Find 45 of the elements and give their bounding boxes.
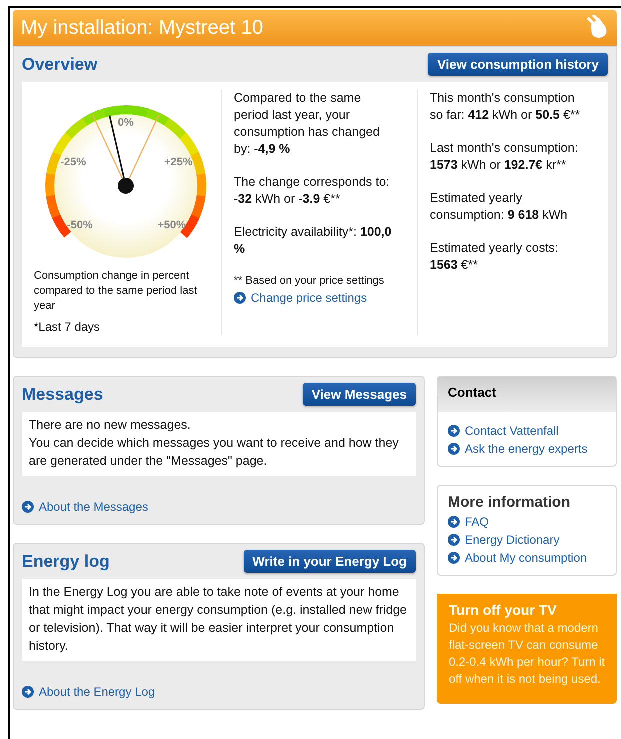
- link[interactable]: Change price settings: [234, 289, 395, 307]
- arrow-icon: [448, 443, 460, 455]
- panel-title: Overview: [22, 54, 98, 74]
- arrow-icon: [234, 292, 246, 304]
- panel-title: Messages: [22, 384, 104, 404]
- link[interactable]: Energy Dictionary: [448, 531, 606, 549]
- statistic-text: Last month's consumption: 1573 kWh or 192.7€ kr**: [430, 140, 580, 174]
- link[interactable]: About My consumption: [448, 549, 606, 567]
- statistic-text: Estimated yearly consumption: 9 618 kWh: [430, 190, 569, 224]
- link[interactable]: Contact Vattenfall: [448, 422, 606, 440]
- statistic-text: Estimated yearly costs: 1563 €**: [430, 240, 560, 274]
- tip-title: Turn off your TV: [449, 602, 558, 618]
- arrow-icon: [448, 425, 460, 437]
- panel-body: In the Energy Log you are able to take note of events at your home that might impact your energy consumption (e.g. installed new fridge or television). That way it will be easier interpret your consumption history.: [22, 579, 416, 661]
- statistic-text: Electricity availability*: 100,0 %: [234, 224, 393, 258]
- link[interactable]: About the Energy Log: [22, 683, 416, 701]
- statistic-text: Compared to the same period last year, your consumption has changed by: -4,9 %: [234, 90, 381, 158]
- gauge-tick-label: +25%: [164, 156, 193, 168]
- plug-icon: [585, 15, 609, 41]
- gauge-tick-label: -50%: [67, 220, 93, 232]
- panel-button[interactable]: View consumption history: [428, 53, 608, 76]
- card-title: Contact: [438, 377, 616, 412]
- page-title: My installation: Mystreet 10: [21, 16, 264, 40]
- gauge-tick-label: 0%: [118, 117, 134, 129]
- statistic-text: This month's consumption so far: 412 kWh or 50.5 €**: [430, 90, 582, 124]
- arrow-icon: [448, 516, 460, 528]
- panel-title: Energy log: [22, 552, 110, 572]
- gauge-caption: Consumption change in percent compared to the same period last year: [34, 269, 198, 314]
- panel-body: There are no new messages. You can decide which messages you want to receive and how they are generated under the "Messages" page.: [22, 412, 416, 476]
- link[interactable]: About the Messages: [22, 498, 416, 516]
- arrow-icon: [448, 534, 460, 546]
- tip-text: Did you know that a modern flat-screen TV can consume 0.2-0.4 kWh per hour? Turn it off when it is not being used.: [449, 620, 606, 688]
- gauge-tick-label: +50%: [158, 220, 186, 232]
- link[interactable]: FAQ: [448, 513, 606, 531]
- panel-button[interactable]: View Messages: [302, 383, 416, 406]
- arrow-icon: [22, 501, 34, 513]
- link[interactable]: Ask the energy experts: [448, 440, 606, 458]
- gauge-tick-label: -25%: [60, 156, 86, 168]
- card-title: More information: [448, 494, 572, 511]
- arrow-icon: [22, 686, 34, 698]
- footnote: *Last 7 days: [34, 320, 102, 335]
- price-note: ** Based on your price settings: [234, 274, 386, 289]
- arrow-icon: [448, 552, 460, 564]
- panel-button[interactable]: Write in your Energy Log: [244, 550, 416, 573]
- statistic-text: The change corresponds to: -32 kWh or -3.9 €**: [234, 174, 391, 208]
